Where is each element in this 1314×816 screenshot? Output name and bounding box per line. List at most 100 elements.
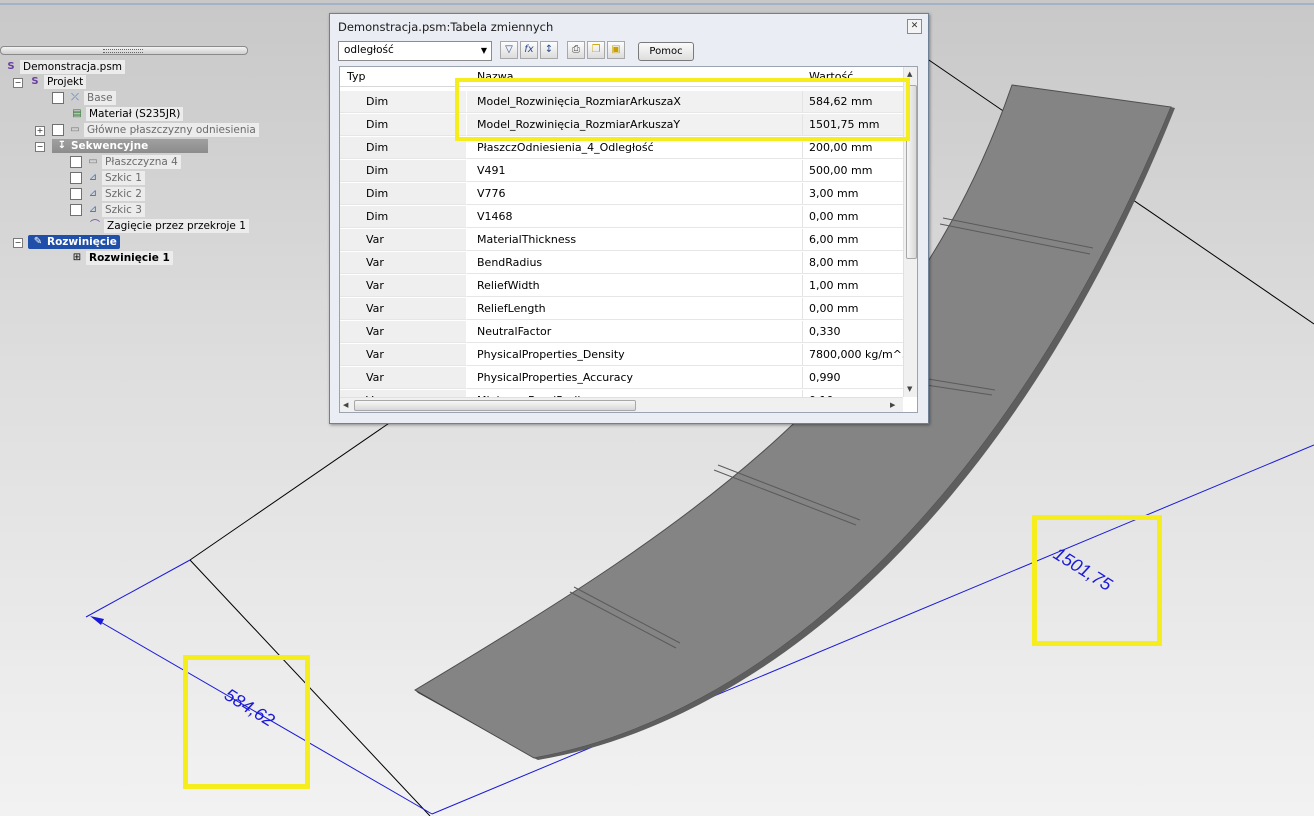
table-row[interactable]: Dim V1468 0,00 mm [340,206,903,229]
tree-item-unfold[interactable]: ✎ Rozwinięcie [28,235,120,249]
visibility-checkbox[interactable] [52,124,64,136]
table-row[interactable]: Var MaterialThickness 6,00 mm [340,229,903,252]
plane-icon: ▭ [70,124,80,135]
cell-nazwa[interactable]: MaterialThickness [467,229,803,251]
formula-icon[interactable]: fx [520,41,538,59]
scroll-left-icon[interactable]: ◀ [343,401,348,409]
cell-typ: Var [340,344,467,366]
pathfinder-panel: S Demonstracja.psm − S Projekt ⤫ Base ▤ Mate… [0,44,259,274]
scroll-down-icon[interactable]: ▼ [907,385,912,393]
filter-select[interactable]: odległość ▼ [338,41,492,61]
base-icon: ⤫ [71,92,79,103]
highlight-box-dimension-x [183,655,310,789]
cell-wartosc[interactable]: 3,00 mm [803,183,903,205]
expand-planes-icon[interactable]: + [35,126,45,136]
tree-item-root[interactable]: S Demonstracja.psm [4,60,126,74]
collapse-projekt-icon[interactable]: − [13,78,23,88]
cell-nazwa[interactable]: BendRadius [467,252,803,274]
copy-icon[interactable]: ❐ [587,41,605,59]
tree-label: Projekt [44,75,87,89]
paste-icon[interactable]: ▣ [607,41,625,59]
cell-nazwa[interactable]: PhysicalProperties_Accuracy [467,367,803,389]
plane-icon: ▭ [88,156,98,167]
cell-nazwa[interactable]: V776 [467,183,803,205]
filter-select-value: odległość [344,44,394,56]
table-row[interactable]: Var ReliefLength 0,00 mm [340,298,903,321]
scroll-thumb[interactable] [354,400,636,411]
visibility-checkbox[interactable] [70,188,82,200]
cell-wartosc[interactable]: 0,330 [803,321,903,343]
tree-label: ✎ Rozwinięcie [28,235,120,249]
cell-wartosc[interactable]: 0,00 mm [803,298,903,320]
tree-item-projekt[interactable]: S Projekt [28,75,87,89]
table-row[interactable]: Var BendRadius 8,00 mm [340,252,903,275]
cell-nazwa[interactable]: V491 [467,160,803,182]
cell-nazwa[interactable]: ReliefWidth [467,275,803,297]
cell-wartosc[interactable]: 0,00 mm [803,206,903,228]
sketch-icon: ⊿ [88,204,98,215]
scroll-right-icon[interactable]: ▶ [890,401,895,409]
tree-label: Materiał (S235JR) [86,107,184,121]
table-row[interactable]: Var NeutralFactor 0,330 [340,321,903,344]
tree-label-text: Rozwinięcie [47,236,117,248]
table-row[interactable]: Var PhysicalProperties_Accuracy 0,990 [340,367,903,390]
tree-item-bend[interactable]: ⌒ Zagięcie przez przekroje 1 [88,219,249,233]
tree-label: ↧ Sekwencyjne [52,139,208,153]
cell-typ: Dim [340,114,467,136]
flat-pattern-icon: ✎ [33,236,43,247]
lofted-flange-icon: ⌒ [90,220,100,231]
material-icon: ▤ [72,108,82,119]
cell-wartosc[interactable]: 6,00 mm [803,229,903,251]
table-row[interactable]: Dim V776 3,00 mm [340,183,903,206]
tree-label: Rozwinięcie 1 [86,251,173,265]
dialog-title: Demonstracja.psm:Tabela zmiennych [338,20,554,34]
print-icon[interactable]: ⎙ [567,41,585,59]
cell-nazwa[interactable]: NeutralFactor [467,321,803,343]
cell-wartosc[interactable]: 500,00 mm [803,160,903,182]
tree-item-sketch1[interactable]: ⊿ Szkic 1 [70,171,145,185]
collapse-sequential-icon[interactable]: − [35,142,45,152]
pathfinder-splitter[interactable] [0,46,248,55]
sketch-icon: ⊿ [88,172,98,183]
table-row[interactable]: Dim V491 500,00 mm [340,160,903,183]
tree-label: Szkic 3 [102,203,145,217]
visibility-checkbox[interactable] [52,92,64,104]
visibility-checkbox[interactable] [70,204,82,216]
tree-label: Szkic 1 [102,171,145,185]
cell-typ: Dim [340,91,467,113]
highlight-box-dimension-y [1032,515,1162,646]
cell-nazwa[interactable]: PhysicalProperties_Density [467,344,803,366]
cell-wartosc[interactable]: 1,00 mm [803,275,903,297]
tree-label: Demonstracja.psm [20,60,126,74]
cell-typ: Var [340,229,467,251]
scroll-up-icon[interactable]: ▲ [907,70,912,78]
table-row[interactable]: Var ReliefWidth 1,00 mm [340,275,903,298]
sketch-icon: ⊿ [88,188,98,199]
table-row[interactable]: Var PhysicalProperties_Density 7800,000 … [340,344,903,367]
tree-item-material[interactable]: ▤ Materiał (S235JR) [70,107,184,121]
cell-wartosc[interactable]: 7800,000 kg/m^3 [803,344,903,366]
close-icon[interactable]: ✕ [907,19,922,34]
help-button[interactable]: Pomoc [638,42,694,61]
collapse-unfold-icon[interactable]: − [13,238,23,248]
column-header-typ[interactable]: Typ [340,67,467,87]
horizontal-scrollbar[interactable]: ◀ ▶ [340,397,903,412]
tree-item-sketch3[interactable]: ⊿ Szkic 3 [70,203,145,217]
visibility-checkbox[interactable] [70,156,82,168]
tree-item-sequential[interactable]: ↧ Sekwencyjne [52,139,208,153]
tree-item-plane4[interactable]: ▭ Płaszczyzna 4 [70,155,181,169]
tree-item-unfold1[interactable]: ⊞ Rozwinięcie 1 [70,251,173,265]
sort-icon[interactable]: ↕ [540,41,558,59]
cell-wartosc[interactable]: 0,990 [803,367,903,389]
visibility-checkbox[interactable] [70,172,82,184]
tree-item-planes[interactable]: ▭ Główne płaszczyzny odniesienia [52,123,259,137]
cell-wartosc[interactable]: 8,00 mm [803,252,903,274]
cell-nazwa[interactable]: ReliefLength [467,298,803,320]
cell-typ: Dim [340,183,467,205]
tree-item-sketch2[interactable]: ⊿ Szkic 2 [70,187,145,201]
cell-typ: Var [340,275,467,297]
cell-nazwa[interactable]: V1468 [467,206,803,228]
tree-item-base[interactable]: ⤫ Base [52,91,116,105]
filter-icon[interactable]: ▽ [500,41,518,59]
variable-table-dialog: Demonstracja.psm:Tabela zmiennych ✕ odle… [329,13,929,424]
